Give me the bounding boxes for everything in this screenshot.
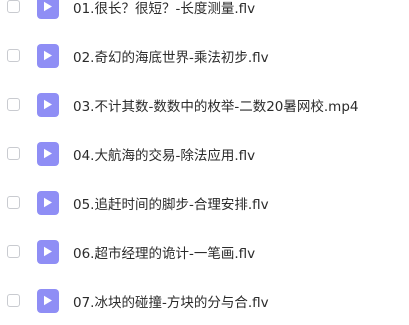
video-file-icon bbox=[37, 43, 59, 68]
select-checkbox[interactable] bbox=[7, 0, 20, 13]
file-row[interactable]: 05.追赶时间的脚步-合理安排.flv bbox=[0, 178, 409, 227]
file-row[interactable]: 07.冰块的碰撞-方块的分与合.flv bbox=[0, 276, 409, 325]
file-name[interactable]: 06.超市经理的诡计-一笔画.flv bbox=[73, 242, 255, 262]
file-name[interactable]: 04.大航海的交易-除法应用.flv bbox=[73, 144, 255, 164]
file-list: 01.很长？很短？-长度测量.flv 02.奇幻的海底世界-乘法初步.flv 0… bbox=[0, 0, 409, 325]
select-checkbox[interactable] bbox=[7, 49, 20, 62]
file-row[interactable]: 06.超市经理的诡计-一笔画.flv bbox=[0, 227, 409, 276]
file-row[interactable]: 04.大航海的交易-除法应用.flv bbox=[0, 129, 409, 178]
file-row[interactable]: 03.不计其数-数数中的枚举-二数20暑网校.mp4 bbox=[0, 80, 409, 129]
video-file-icon bbox=[37, 0, 59, 19]
select-checkbox[interactable] bbox=[7, 147, 20, 160]
select-checkbox[interactable] bbox=[7, 98, 20, 111]
select-checkbox[interactable] bbox=[7, 245, 20, 258]
file-name[interactable]: 01.很长？很短？-长度测量.flv bbox=[73, 0, 255, 17]
file-row[interactable]: 02.奇幻的海底世界-乘法初步.flv bbox=[0, 31, 409, 80]
video-file-icon bbox=[37, 92, 59, 117]
file-name[interactable]: 03.不计其数-数数中的枚举-二数20暑网校.mp4 bbox=[73, 95, 359, 115]
video-file-icon bbox=[37, 239, 59, 264]
video-file-icon bbox=[37, 141, 59, 166]
video-file-icon bbox=[37, 288, 59, 313]
file-name[interactable]: 05.追赶时间的脚步-合理安排.flv bbox=[73, 193, 269, 213]
video-file-icon bbox=[37, 190, 59, 215]
select-checkbox[interactable] bbox=[7, 294, 20, 307]
file-name[interactable]: 07.冰块的碰撞-方块的分与合.flv bbox=[73, 291, 269, 311]
file-row[interactable]: 01.很长？很短？-长度测量.flv bbox=[0, 0, 409, 31]
file-name[interactable]: 02.奇幻的海底世界-乘法初步.flv bbox=[73, 46, 269, 66]
select-checkbox[interactable] bbox=[7, 196, 20, 209]
